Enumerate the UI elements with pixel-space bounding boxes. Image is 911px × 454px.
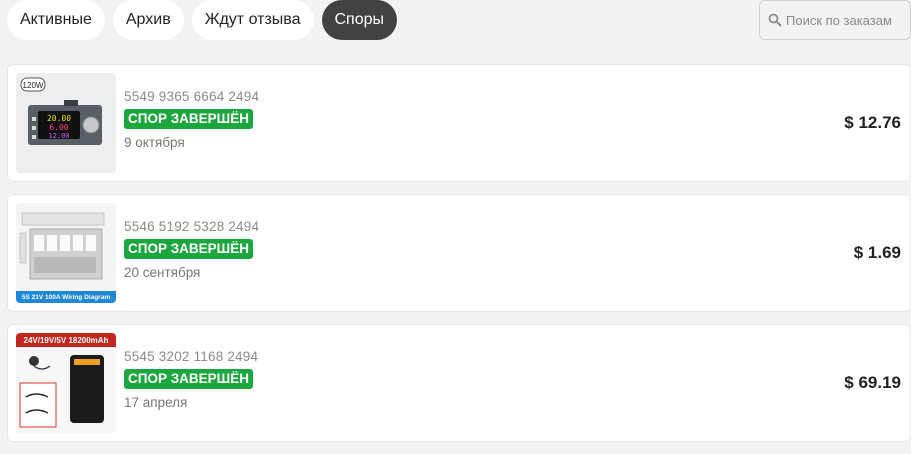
- tab-disputes[interactable]: Споры: [321, 0, 398, 40]
- order-card[interactable]: 5S 21V 100A Wiring Diagram 5546 5192 532…: [7, 194, 911, 312]
- order-info: 5549 9365 6664 2494 СПОР ЗАВЕРШЁН 9 октя…: [124, 89, 259, 150]
- order-info: 5546 5192 5328 2494 СПОР ЗАВЕРШЁН 20 сен…: [124, 219, 259, 280]
- order-info: 5545 3202 1168 2494 СПОР ЗАВЕРШЁН 17 апр…: [124, 349, 258, 410]
- image-label: 24V/19V/5V 18200mAh: [24, 336, 109, 345]
- svg-text:20.00: 20.00: [47, 114, 71, 123]
- order-number: 5549 9365 6664 2494: [124, 89, 260, 104]
- search-box[interactable]: [759, 0, 911, 40]
- status-badge: СПОР ЗАВЕРШЁН: [124, 109, 254, 129]
- order-date: 20 сентября: [124, 265, 201, 280]
- order-date: 9 октября: [124, 135, 185, 150]
- status-badge: СПОР ЗАВЕРШЁН: [124, 369, 254, 389]
- image-label: 5S 21V 100A Wiring Diagram: [22, 294, 110, 301]
- order-number: 5546 5192 5328 2494: [124, 219, 260, 234]
- tab-archive[interactable]: Архив: [112, 0, 184, 40]
- order-card[interactable]: 120W 20.00 6.00 12.00 5549 9365 6664 249…: [7, 64, 911, 182]
- tab-active[interactable]: Активные: [7, 0, 105, 40]
- order-price: $ 1.69: [853, 243, 901, 262]
- product-image[interactable]: 24V/19V/5V 18200mAh: [16, 333, 116, 433]
- order-price: $ 12.76: [844, 113, 901, 132]
- tab-awaiting-review[interactable]: Ждут отзыва: [191, 0, 314, 40]
- svg-text:12.00: 12.00: [48, 132, 69, 140]
- order-price: $ 69.19: [844, 373, 901, 392]
- search-input[interactable]: [786, 12, 911, 28]
- image-label: 120W: [23, 81, 44, 90]
- order-tabs: Активные Архив Ждут отзыва Споры: [7, 0, 398, 40]
- svg-text:6.00: 6.00: [49, 123, 68, 132]
- product-image[interactable]: 5S 21V 100A Wiring Diagram: [16, 203, 116, 303]
- search-icon: [768, 13, 782, 27]
- order-card[interactable]: 24V/19V/5V 18200mAh 5545 3202 1168 2494 …: [7, 324, 911, 442]
- product-image[interactable]: 120W 20.00 6.00 12.00: [16, 73, 116, 173]
- order-date: 17 апреля: [124, 395, 188, 410]
- order-number: 5545 3202 1168 2494: [124, 349, 259, 364]
- status-badge: СПОР ЗАВЕРШЁН: [124, 239, 254, 259]
